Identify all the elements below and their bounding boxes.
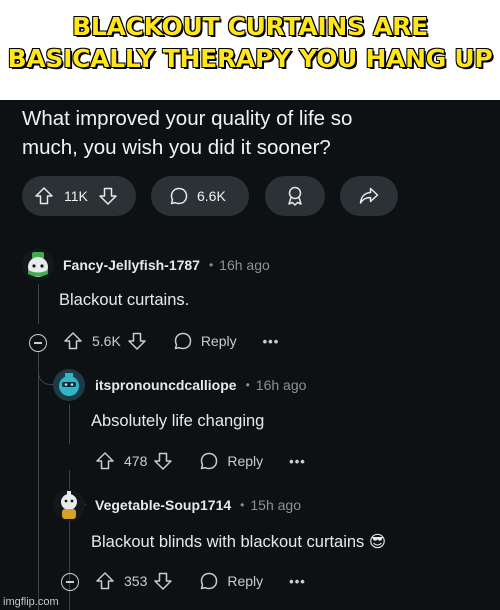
comment-actions: 5.6K Reply ••• [63,331,279,351]
comment-icon [169,186,189,206]
upvote-icon[interactable] [63,331,83,351]
reply-button[interactable]: Reply [199,451,263,471]
reply-label: Reply [227,453,264,469]
avatar[interactable] [53,369,85,401]
comment-actions: 478 Reply ••• [95,451,306,471]
collapse-thread-button[interactable] [61,573,79,591]
thread-line-level-1-continued[interactable] [38,352,39,610]
comment-author[interactable]: Vegetable-Soup1714 [95,497,231,513]
more-options-button[interactable]: ••• [289,574,306,589]
share-icon [358,185,380,207]
comment-author[interactable]: itspronouncdcalliope [95,377,237,393]
downvote-icon[interactable] [127,331,147,351]
reply-label: Reply [227,573,264,589]
reply-button[interactable]: Reply [173,331,237,351]
separator-dot: • [240,498,245,512]
comment-score: 478 [124,453,148,469]
meme-caption-line-1: BLACKOUT CURTAINS ARE [71,11,428,41]
downvote-icon[interactable] [153,451,173,471]
comment-meta: Vegetable-Soup1714 • 15h ago [95,497,301,513]
post-score: 11K [64,188,88,204]
award-icon [284,185,306,207]
reply-icon [201,452,218,470]
comment-body: Blackout curtains. [59,291,190,309]
separator-dot: • [208,258,214,272]
comment-meta: Fancy-Jellyfish-1787 • 16h ago [63,257,270,273]
screenshot-frame: BLACKOUT CURTAINS ARE BASICALLY THERAPY … [0,0,500,610]
reply-label: Reply [200,333,237,349]
more-options-button[interactable]: ••• [263,334,280,349]
thread-line-level-2[interactable] [69,404,70,444]
comment-score: 5.6K [92,333,121,349]
thread-line-level-1[interactable] [38,284,39,324]
comments-button[interactable]: 6.6K [151,176,249,216]
collapse-thread-button[interactable] [29,334,47,352]
upvote-icon[interactable] [34,186,54,206]
meme-caption-banner: BLACKOUT CURTAINS ARE BASICALLY THERAPY … [0,0,500,100]
downvote-icon[interactable] [153,571,173,591]
upvote-icon[interactable] [95,451,115,471]
comment-body: Blackout blinds with blackout curtains 😎 [91,533,387,551]
comment-body: Absolutely life changing [91,412,265,430]
post-title[interactable]: What improved your quality of life so mu… [22,104,482,162]
imgflip-watermark: imgflip.com [3,596,59,608]
comment-timestamp: 16h ago [255,377,307,393]
comment-timestamp: 16h ago [219,257,270,273]
thread-connector [38,352,55,385]
downvote-icon[interactable] [98,186,118,206]
comment-meta: itspronouncdcalliope • 16h ago [95,377,306,393]
comment-author[interactable]: Fancy-Jellyfish-1787 [63,257,200,273]
upvote-icon[interactable] [95,571,115,591]
avatar[interactable] [53,489,85,521]
comment-score: 353 [124,573,148,589]
meme-caption-line-2: BASICALLY THERAPY YOU HANG UP [7,43,493,73]
post-vote-bar: 11K [22,176,136,216]
comment-actions: 353 Reply ••• [95,571,306,591]
more-options-button[interactable]: ••• [289,454,306,469]
comment-timestamp: 15h ago [250,497,301,513]
separator-dot: • [245,378,250,392]
reply-button[interactable]: Reply [199,571,263,591]
reply-icon [201,572,218,590]
share-button[interactable] [340,176,398,216]
reply-icon [174,332,192,350]
award-button[interactable] [265,176,325,216]
avatar[interactable] [22,249,54,281]
post-title-line-2: much, you wish you did it sooner? [22,136,331,159]
post-title-line-1: What improved your quality of life so [22,107,353,130]
comment-count: 6.6K [197,188,226,204]
